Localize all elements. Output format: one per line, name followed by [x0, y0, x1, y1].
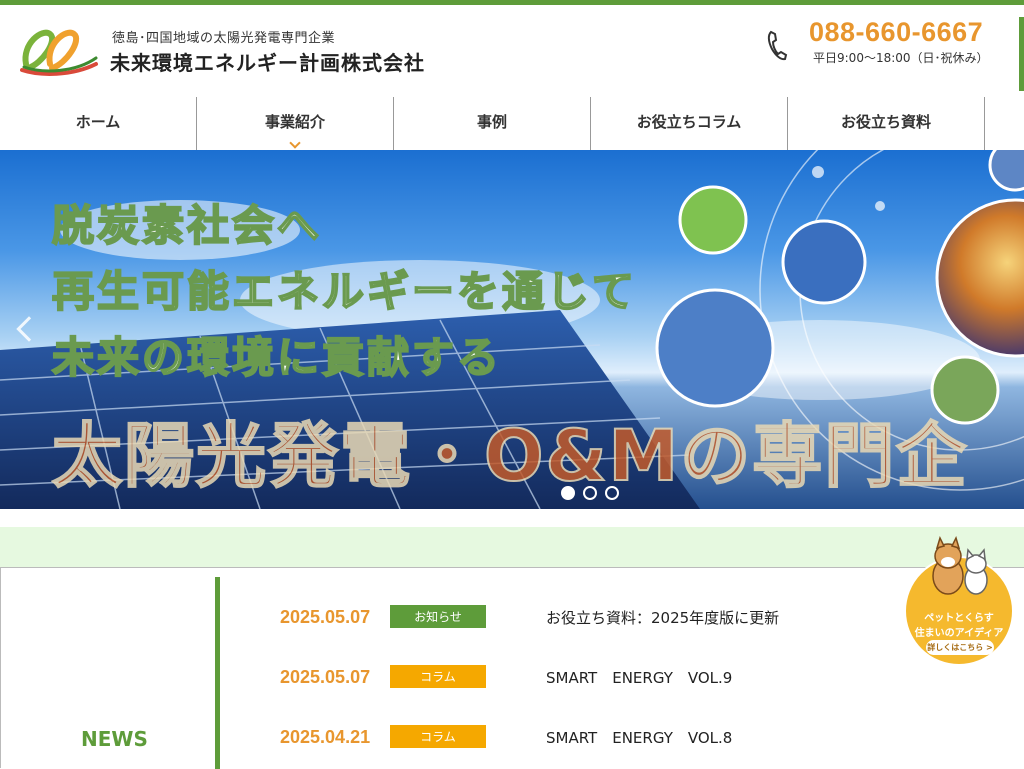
dog-cat-illustration	[932, 536, 988, 595]
nav-item-label: 事例	[476, 113, 507, 131]
nav-item-cases[interactable]: 事例	[394, 97, 591, 150]
news-section: NEWS 2025.05.07 お知らせ お役立ち資料：2025年度版に更新 2…	[0, 567, 1024, 769]
site-header: 徳島･四国地域の太陽光発電専門企業 未来環境エネルギー計画株式会社 088-66…	[0, 5, 1024, 97]
hero-headline-2: 再生可能エネルギーを通じて	[51, 266, 638, 317]
phone-icon	[766, 29, 788, 63]
pet-banner-line1: ペットとくらす	[924, 613, 994, 624]
nav-item-label: 事業紹介	[264, 113, 325, 131]
pet-banner-button[interactable]: 詳しくはこちら >	[926, 640, 994, 655]
news-heading: NEWS	[81, 727, 148, 751]
hero-headline-3: 未来の環境に貢献する	[51, 332, 503, 383]
nav-item-home[interactable]: ホーム	[0, 97, 197, 150]
news-category-badge: コラム	[390, 725, 486, 748]
news-date: 2025.05.07	[280, 607, 371, 627]
nav-item-label: お役立ちコラム	[636, 113, 742, 131]
slider-dot[interactable]	[583, 486, 597, 500]
pet-banner-line2: 住まいのアイディア	[914, 628, 1004, 639]
company-logo[interactable]	[20, 24, 100, 78]
slider-dot[interactable]	[561, 486, 575, 500]
nav-item-column[interactable]: お役立ちコラム	[591, 97, 788, 150]
pet-banner[interactable]: ペットとくらす 住まいのアイディア 詳しくはこちら >	[902, 536, 1016, 668]
news-category-badge: コラム	[390, 665, 486, 688]
global-nav: ホーム 事業紹介 事例 お役立ちコラム お役立ち資料	[0, 97, 1024, 150]
phone-number[interactable]: 088-660-6667	[809, 17, 983, 48]
nav-item-services[interactable]: 事業紹介	[197, 97, 394, 150]
nav-item-documents[interactable]: お役立ち資料	[788, 97, 985, 150]
slider-dots	[561, 486, 619, 500]
hero-headline-1: 脱炭素社会へ	[51, 200, 323, 251]
business-hours: 平日9:00〜18:00（日･祝休み）	[813, 51, 989, 65]
news-date: 2025.04.21	[280, 727, 371, 747]
news-divider	[215, 577, 220, 769]
header-tagline: 徳島･四国地域の太陽光発電専門企業	[112, 31, 336, 46]
company-name: 未来環境エネルギー計画株式会社	[110, 51, 425, 75]
news-title[interactable]: SMART ENERGY VOL.8	[546, 727, 732, 748]
hero-headline-4: 太陽光発電・O&Mの専門企	[51, 414, 969, 498]
section-band	[0, 527, 1024, 567]
news-title[interactable]: お役立ち資料：2025年度版に更新	[546, 607, 779, 628]
news-title[interactable]: SMART ENERGY VOL.9	[546, 667, 732, 688]
slider-dot[interactable]	[605, 486, 619, 500]
chevron-down-icon	[289, 137, 301, 149]
news-date: 2025.05.07	[280, 667, 371, 687]
nav-item-label: お役立ち資料	[840, 113, 931, 131]
hero-slider: 脱炭素社会へ 再生可能エネルギーを通じて 未来の環境に貢献する 太陽光発電・O&…	[0, 150, 1024, 509]
news-category-badge: お知らせ	[390, 605, 486, 628]
nav-item-label: ホーム	[75, 113, 121, 131]
side-accent	[1019, 17, 1024, 91]
